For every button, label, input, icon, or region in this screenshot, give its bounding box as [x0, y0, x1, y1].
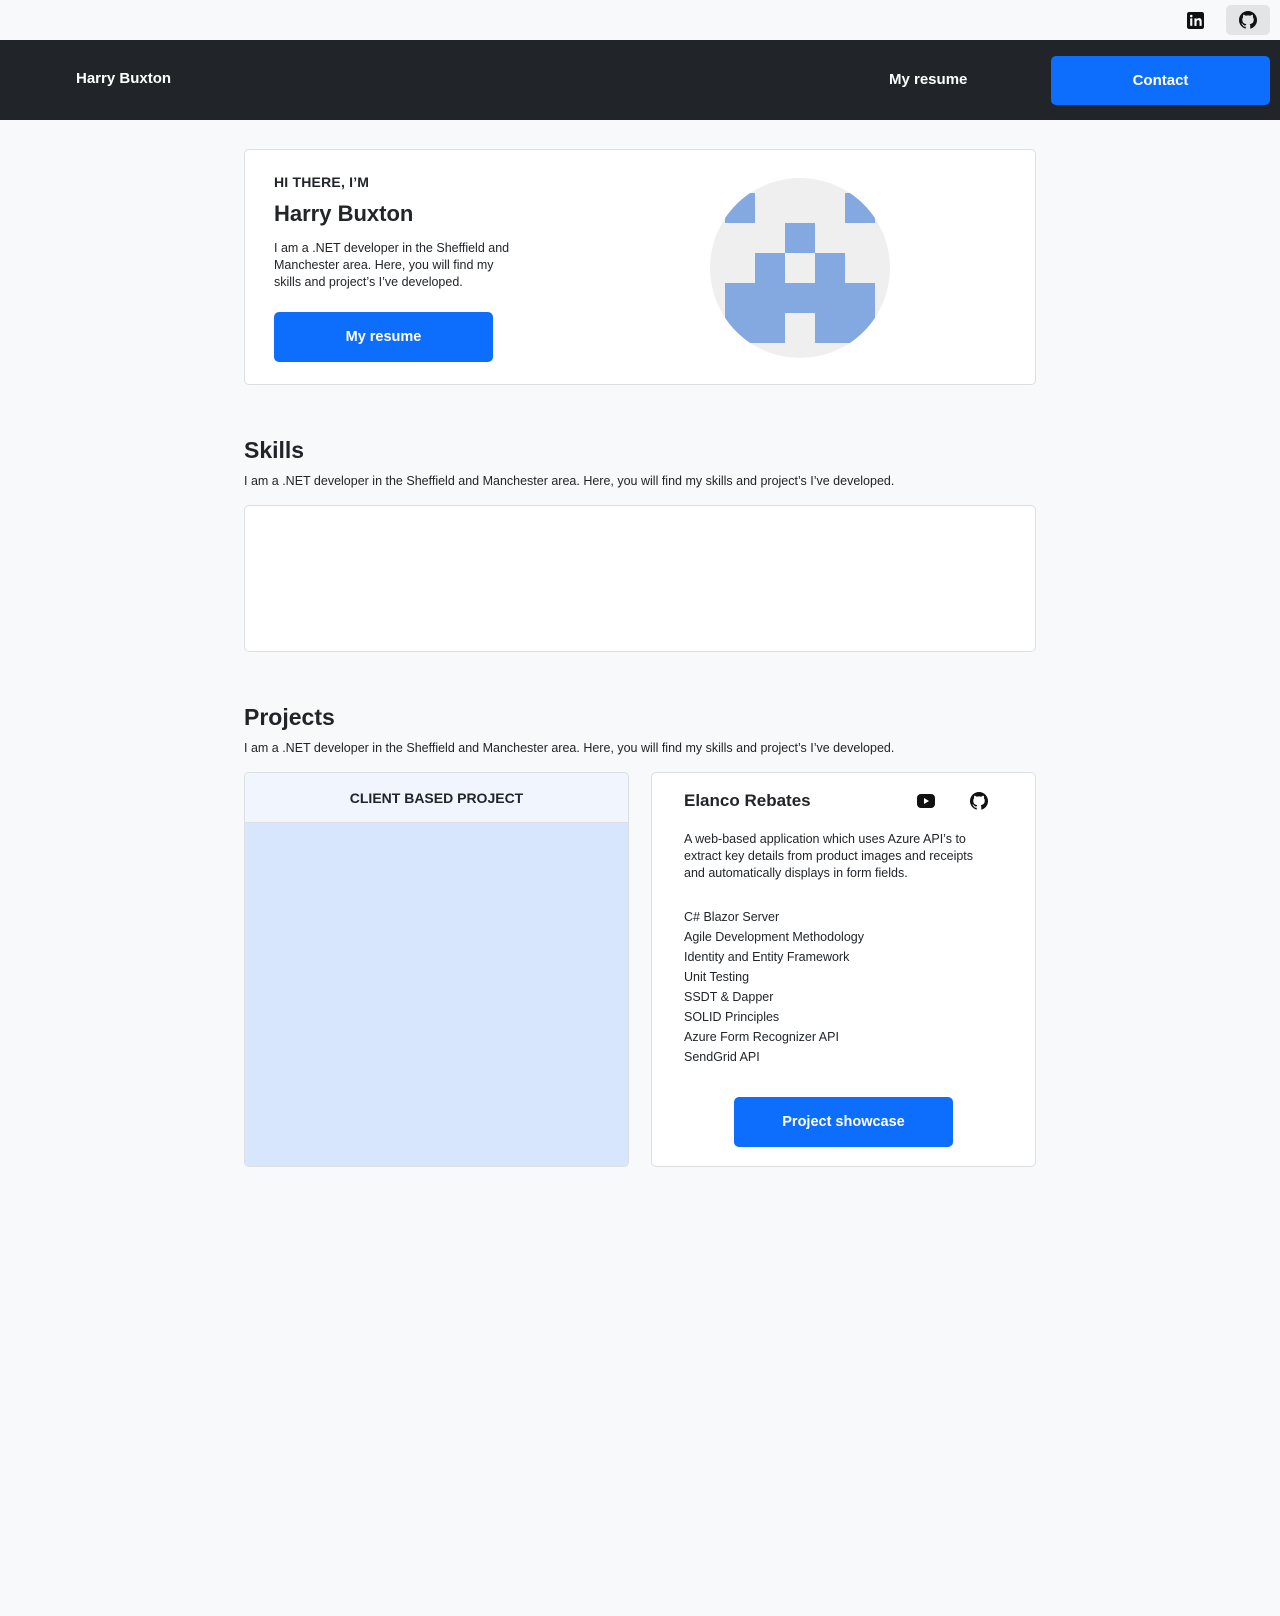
skills-subtitle: I am a .NET developer in the Sheffield a…	[244, 474, 895, 488]
tech-item: Azure Form Recognizer API	[684, 1030, 839, 1044]
linkedin-icon[interactable]	[1173, 5, 1217, 35]
my-resume-button[interactable]: My resume	[274, 312, 493, 362]
tech-item: SSDT & Dapper	[684, 990, 774, 1004]
project-showcase-button[interactable]: Project showcase	[734, 1097, 953, 1147]
github-icon[interactable]	[969, 791, 989, 811]
client-project-card: CLIENT BASED PROJECT	[244, 772, 629, 1167]
avatar	[710, 178, 890, 358]
projects-subtitle: I am a .NET developer in the Sheffield a…	[244, 741, 895, 755]
tech-item: SOLID Principles	[684, 1010, 780, 1024]
project-description: A web-based application which uses Azure…	[684, 832, 974, 880]
hero-name: Harry Buxton	[274, 201, 414, 226]
project-card: Elanco Rebates A web-based application w…	[651, 772, 1036, 1167]
tech-item: Agile Development Methodology	[684, 930, 864, 944]
nav-resume-link[interactable]: My resume	[889, 71, 967, 88]
projects-heading: Projects	[244, 704, 335, 730]
github-icon[interactable]	[1226, 5, 1270, 35]
identicon-image	[725, 193, 875, 343]
client-project-image	[245, 823, 628, 1166]
tech-item: SendGrid API	[684, 1050, 760, 1064]
brand-link[interactable]: Harry Buxton	[76, 70, 171, 87]
hero-eyebrow: HI THERE, I’M	[274, 174, 370, 190]
hero-description: I am a .NET developer in the Sheffield a…	[274, 241, 510, 289]
contact-button[interactable]: Contact	[1051, 56, 1270, 105]
tech-item: C# Blazor Server	[684, 910, 780, 924]
youtube-icon[interactable]	[916, 791, 936, 811]
project-tech-list: C# Blazor Server Agile Development Metho…	[684, 907, 864, 1067]
client-project-header: CLIENT BASED PROJECT	[245, 773, 628, 823]
top-utility-bar	[0, 0, 1280, 40]
skills-heading: Skills	[244, 437, 305, 463]
project-title: Elanco Rebates	[684, 791, 811, 810]
tech-item: Unit Testing	[684, 970, 750, 984]
navbar: Harry Buxton My resume Contact	[0, 40, 1280, 120]
tech-item: Identity and Entity Framework	[684, 950, 850, 964]
skills-card	[244, 505, 1036, 652]
hero-card: HI THERE, I’M Harry Buxton I am a .NET d…	[244, 149, 1036, 385]
